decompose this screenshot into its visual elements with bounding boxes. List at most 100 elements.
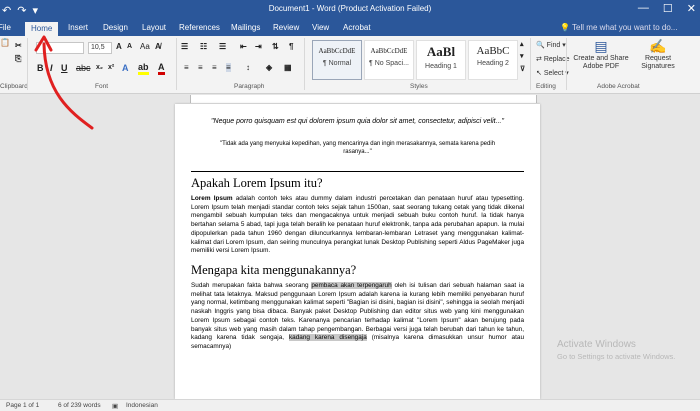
highlight-icon[interactable]: ab [138, 63, 149, 75]
align-center-icon[interactable]: ≡ [198, 63, 203, 72]
style-sample: AaBbC [476, 45, 510, 57]
document-page[interactable]: "Neque porro quisquam est qui dolorem ip… [175, 104, 540, 399]
minimize-button[interactable]: — [638, 2, 649, 15]
clear-formatting-icon[interactable]: A̸ [155, 42, 161, 51]
divider [27, 38, 28, 90]
ribbon-tabs: File Home Insert Design Layout Reference… [0, 20, 700, 36]
justify-icon[interactable]: ≡ [226, 63, 231, 72]
line-spacing-icon[interactable]: ↕ [246, 63, 250, 72]
paste-icon[interactable]: 📋 [0, 38, 10, 47]
paragraph-1: Lorem Ipsum adalah contoh teks atau dumm… [191, 195, 524, 256]
tab-review[interactable]: Review [273, 23, 299, 36]
tab-acrobat[interactable]: Acrobat [343, 23, 371, 36]
font-name-box[interactable] [36, 42, 84, 54]
increase-indent-icon[interactable]: ⇥ [255, 42, 262, 51]
align-left-icon[interactable]: ≡ [184, 63, 189, 72]
maximize-button[interactable]: ☐ [663, 2, 673, 15]
status-bar: Page 1 of 1 6 of 239 words ▣ Indonesian [0, 399, 700, 411]
title-bar: ↶ ↷ ▾ Document1 - Word (Product Activati… [0, 0, 700, 20]
font-color-icon[interactable]: A [158, 63, 165, 75]
window-title: Document1 - Word (Product Activation Fai… [268, 4, 432, 13]
select-button[interactable]: ↖ Select ▾ [536, 69, 569, 77]
pdf-icon: ▤ [594, 38, 608, 54]
page-count[interactable]: Page 1 of 1 [6, 402, 39, 409]
bullets-icon[interactable]: ☰ [181, 42, 188, 51]
style-name: Heading 1 [425, 63, 457, 70]
tab-insert[interactable]: Insert [68, 23, 88, 36]
italic-icon[interactable]: I [50, 63, 53, 73]
cut-icon[interactable]: ✂ [15, 41, 22, 50]
style-name: ¶ No Spaci... [369, 60, 409, 67]
subscript-icon[interactable]: x₂ [96, 64, 103, 71]
activate-windows-watermark: Activate Windows Go to Settings to activ… [557, 339, 675, 361]
style-no-spacing[interactable]: AaBbCcDdE ¶ No Spaci... [364, 40, 414, 80]
divider [176, 38, 177, 90]
tab-design[interactable]: Design [103, 23, 128, 36]
numbering-icon[interactable]: ☷ [200, 42, 207, 51]
grow-font-icon[interactable]: A [116, 42, 122, 51]
style-name: Heading 2 [477, 60, 509, 67]
styles-more-icon[interactable]: ⊽ [520, 65, 525, 73]
paragraph-group-label: Paragraph [234, 83, 265, 90]
styles-group-label: Styles [410, 83, 428, 90]
request-signatures-button[interactable]: ✍ Request Signatures [632, 38, 684, 71]
styles-scroll-down-icon[interactable]: ▾ [520, 52, 524, 60]
create-share-pdf-button[interactable]: ▤ Create and Share Adobe PDF [571, 38, 631, 71]
style-sample: AaBbCcDdE [370, 47, 408, 55]
align-right-icon[interactable]: ≡ [212, 63, 217, 72]
style-name: ¶ Normal [322, 60, 352, 67]
watermark-subtitle: Go to Settings to activate Windows. [557, 352, 676, 361]
style-heading-2[interactable]: AaBbC Heading 2 [468, 40, 518, 80]
underline-icon[interactable]: U [61, 63, 68, 73]
tab-references[interactable]: References [179, 23, 220, 36]
lightbulb-icon: 💡 [560, 23, 570, 32]
proofing-icon[interactable]: ▣ [112, 402, 118, 410]
change-case-icon[interactable]: Aa [140, 42, 150, 51]
font-size-box[interactable]: 10,5 [88, 42, 112, 54]
quote-latin: "Neque porro quisquam est qui dolorem ip… [211, 118, 504, 125]
tab-home[interactable]: Home [25, 22, 59, 36]
heading-what-is: Apakah Lorem Ipsum itu? [191, 176, 323, 190]
paragraph-2: Sudah merupakan fakta bahwa seorang pemb… [191, 282, 524, 352]
shading-icon[interactable]: ◈ [266, 63, 272, 72]
tell-me-box[interactable]: 💡 Tell me what you want to do... [560, 23, 677, 32]
decrease-indent-icon[interactable]: ⇤ [240, 42, 247, 51]
show-formatting-icon[interactable]: ¶ [289, 42, 293, 51]
font-group-label: Font [95, 83, 109, 90]
bold-term: Lorem Ipsum [191, 195, 233, 202]
heading-why-use: Mengapa kita menggunakannya? [191, 263, 357, 277]
close-button[interactable]: ✕ [687, 2, 696, 15]
find-button[interactable]: 🔍 Find ▾ [536, 41, 566, 49]
bold-icon[interactable]: B [37, 63, 44, 73]
style-heading-1[interactable]: AaBl Heading 1 [416, 40, 466, 80]
paragraph-text: adalah contoh teks atau dummy dalam indu… [191, 195, 524, 255]
style-normal[interactable]: AaBbCcDdE ¶ Normal [312, 40, 362, 80]
tab-view[interactable]: View [312, 23, 329, 36]
language[interactable]: Indonesian [126, 402, 158, 409]
select-label: Select [543, 70, 564, 77]
tab-mailings[interactable]: Mailings [231, 23, 260, 36]
strikethrough-icon[interactable]: abc [76, 63, 91, 73]
styles-scroll-up-icon[interactable]: ▴ [520, 40, 524, 48]
quote-indonesian: "Tidak ada yang menyukai kepedihan, yang… [219, 141, 496, 155]
editing-group-label: Editing [536, 83, 556, 90]
tab-file[interactable]: File [0, 23, 11, 36]
multilevel-list-icon[interactable]: ☰ [219, 42, 226, 51]
replace-button[interactable]: ⇄ Replace [536, 55, 570, 63]
ruler-bar [190, 95, 537, 103]
copy-icon[interactable]: ⎘ [15, 54, 21, 64]
sort-icon[interactable]: ⇅ [272, 42, 279, 51]
find-label: Find [546, 42, 561, 49]
borders-icon[interactable]: ▦ [284, 63, 292, 72]
replace-icon: ⇄ [536, 56, 542, 63]
style-sample: AaBbCcDdE [318, 47, 356, 55]
tab-layout[interactable]: Layout [142, 23, 166, 36]
ruler[interactable] [0, 94, 700, 104]
superscript-icon[interactable]: x² [108, 64, 114, 71]
text-effects-icon[interactable]: A [122, 63, 129, 73]
tell-me-text: Tell me what you want to do... [572, 23, 678, 32]
style-sample: AaBl [426, 44, 456, 59]
shrink-font-icon[interactable]: A [127, 43, 132, 50]
create-share-label: Create and Share Adobe PDF [573, 55, 629, 70]
word-count[interactable]: 6 of 239 words [58, 402, 101, 409]
